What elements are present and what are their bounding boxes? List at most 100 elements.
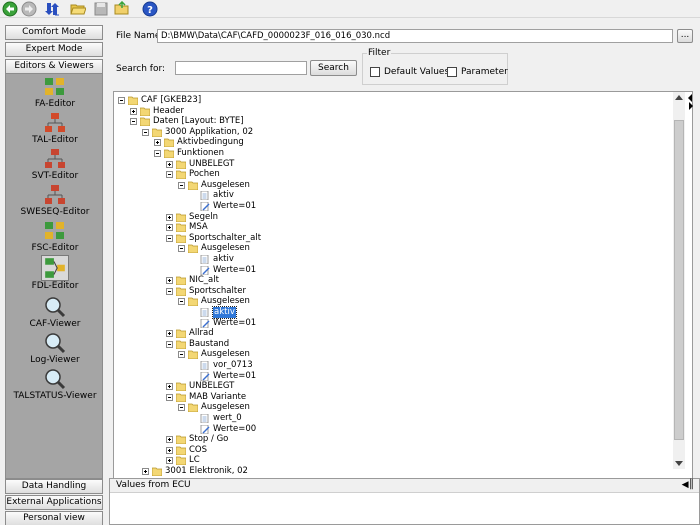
tree-node-label: Stop / Go (189, 434, 229, 445)
forward-icon[interactable] (21, 1, 37, 17)
default-values-checkbox[interactable] (370, 67, 380, 77)
browse-button[interactable]: ... (677, 29, 693, 43)
talstatus-viewer-tool[interactable]: TALSTATUS-Viewer (6, 368, 104, 401)
expand-plus-icon[interactable] (166, 213, 173, 221)
collapse-minus-icon[interactable] (178, 181, 185, 189)
scroll-thumb[interactable] (674, 120, 684, 440)
folder-icon (140, 117, 150, 127)
expand-plus-icon[interactable] (130, 107, 137, 115)
expand-plus-icon[interactable] (166, 436, 173, 444)
personal-view-button[interactable]: Personal view (5, 511, 103, 525)
fa-editor-tool[interactable]: FA-Editor (6, 76, 104, 109)
scroll-down-arrow-icon[interactable] (675, 461, 683, 466)
sweseq-editor-label: SWESEQ-Editor (20, 207, 90, 217)
collapse-minus-icon[interactable] (166, 171, 173, 179)
tree-node-label: Header (153, 105, 184, 116)
folder-icon (176, 223, 186, 233)
tree-node-label: UNBELEGT (189, 381, 235, 392)
tree-node-label: Allrad (189, 328, 214, 339)
collapse-minus-icon[interactable] (166, 340, 173, 348)
save-icon[interactable] (93, 1, 109, 17)
sweseq-editor-icon (44, 184, 66, 206)
tree-node-label: COS (189, 444, 208, 455)
panel-pin-icon[interactable]: ◀║ (682, 479, 694, 492)
svt-editor-icon (44, 148, 66, 170)
comfort-mode-button[interactable]: Comfort Mode (5, 25, 103, 40)
parameter-checkbox[interactable] (447, 67, 457, 77)
tree-node-label: Werte=00 (213, 423, 257, 434)
collapse-minus-icon[interactable] (154, 150, 161, 157)
collapse-minus-icon[interactable] (118, 97, 125, 104)
folder-icon (176, 213, 186, 222)
svt-editor-tool[interactable]: SVT-Editor (6, 148, 104, 181)
file-name-field[interactable]: D:\BMW\Data\CAF\CAFD_0000023F_016_016_03… (157, 29, 673, 43)
search-for-label: Search for: (116, 64, 166, 74)
tree-node-label: LC (189, 455, 200, 466)
search-button[interactable]: Search (310, 60, 357, 76)
collapse-minus-icon[interactable] (178, 245, 185, 253)
fsc-editor-tool[interactable]: FSC-Editor (6, 220, 104, 253)
collapse-minus-icon[interactable] (130, 118, 137, 126)
caf-viewer-icon (44, 296, 66, 318)
tools-panel: FA-Editor TAL-Editor SVT-Editor SWESEQ-E… (5, 73, 103, 479)
tal-editor-tool[interactable]: TAL-Editor (6, 112, 104, 145)
expand-right-arrow-icon[interactable] (689, 102, 693, 110)
collapse-left-arrow-icon[interactable] (688, 94, 692, 102)
expand-plus-icon[interactable] (166, 446, 173, 454)
document-icon (200, 308, 210, 317)
expand-plus-icon[interactable] (166, 224, 173, 232)
collapse-minus-icon[interactable] (178, 298, 185, 306)
expand-plus-icon[interactable] (142, 468, 149, 475)
sweseq-editor-tool[interactable]: SWESEQ-Editor (6, 184, 104, 217)
external-applications-button[interactable]: External Applications (5, 495, 103, 510)
tree-node-label: Daten [Layout: BYTE] (153, 116, 244, 127)
folder-icon (188, 297, 198, 307)
filter-title: Filter (367, 48, 392, 58)
expand-plus-icon[interactable] (154, 139, 161, 147)
expand-plus-icon[interactable] (166, 330, 173, 338)
folder-icon (176, 160, 186, 169)
collapse-minus-icon[interactable] (166, 234, 173, 242)
search-input[interactable] (175, 61, 307, 75)
editors-viewers-button[interactable]: Editors & Viewers (5, 59, 103, 74)
fa-editor-icon (44, 76, 66, 98)
fdl-editor-label: FDL-Editor (31, 281, 79, 291)
log-viewer-tool[interactable]: Log-Viewer (6, 332, 104, 365)
scroll-up-arrow-icon[interactable] (675, 95, 683, 100)
document-icon (200, 255, 210, 264)
back-icon[interactable] (2, 1, 18, 17)
collapse-minus-icon[interactable] (166, 287, 173, 295)
tree-node-label: Ausgelesen (201, 296, 250, 307)
expand-plus-icon[interactable] (166, 160, 173, 168)
collapse-minus-icon[interactable] (178, 404, 185, 412)
folder-icon (176, 456, 186, 466)
caf-viewer-label: CAF-Viewer (29, 319, 81, 329)
tree-node-label: Funktionen (177, 148, 225, 158)
folder-icon (176, 170, 186, 180)
tree-scrollbar[interactable] (673, 92, 685, 469)
folder-icon (176, 382, 186, 392)
edit-value-icon (200, 202, 210, 211)
folder-icon[interactable] (114, 1, 130, 17)
expand-plus-icon[interactable] (166, 457, 173, 465)
expert-mode-button[interactable]: Expert Mode (5, 42, 103, 57)
expand-plus-icon[interactable] (166, 277, 173, 285)
log-viewer-label: Log-Viewer (30, 355, 80, 365)
folder-icon (176, 393, 186, 402)
data-handling-button[interactable]: Data Handling (5, 479, 103, 494)
fdl-editor-icon (41, 255, 69, 281)
expand-plus-icon[interactable] (166, 383, 173, 391)
tree-node-label: NIC_alt (189, 275, 219, 286)
folder-open-icon[interactable] (70, 1, 86, 17)
help-icon[interactable]: ? (142, 1, 158, 17)
fdl-editor-tool[interactable]: FDL-Editor (6, 255, 104, 291)
collapse-minus-icon[interactable] (178, 351, 185, 359)
collapse-minus-icon[interactable] (166, 393, 173, 401)
collapse-minus-icon[interactable] (142, 128, 149, 136)
folder-icon (164, 138, 174, 148)
transfer-icon[interactable] (44, 1, 60, 17)
tree-node-label: 3001 Elektronik, 02 (165, 466, 248, 476)
tree-node-label: Ausgelesen (201, 402, 250, 413)
tree-node-label: wert_0 (213, 413, 242, 423)
caf-viewer-tool[interactable]: CAF-Viewer (6, 296, 104, 329)
